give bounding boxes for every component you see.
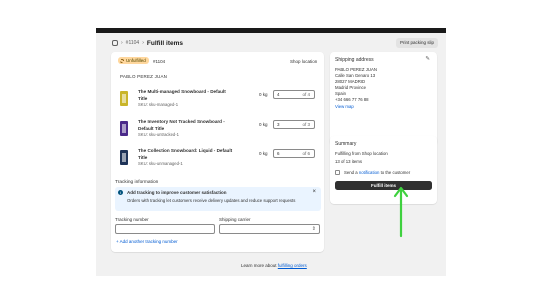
item-sku: SKU: sku-untracked-1 xyxy=(138,132,179,137)
item-sku: SKU: sku-managed-1 xyxy=(138,102,179,107)
item-title[interactable]: The Collection Snowboard: Liquid - Defau… xyxy=(138,148,233,161)
close-icon[interactable]: × xyxy=(312,189,316,195)
tracking-number-label: Tracking number xyxy=(115,217,149,222)
quantity-value: 3 xyxy=(277,122,280,127)
fulfilling-orders-link[interactable]: fulfilling orders xyxy=(278,263,307,268)
location-label: Shop location xyxy=(290,59,318,64)
add-tracking-link[interactable]: + Add another tracking number xyxy=(116,239,178,244)
quantity-total: of 4 xyxy=(302,92,310,97)
quantity-input[interactable]: 3 of 3 xyxy=(273,120,315,129)
breadcrumb-order[interactable]: #1104 xyxy=(126,40,140,46)
tracking-title: Tracking information xyxy=(115,180,159,185)
banner-body: Orders with tracking let customers recei… xyxy=(127,198,296,203)
fulfill-items-button[interactable]: Fulfill items xyxy=(335,181,432,190)
page-canvas: › #1104 › Fulfill items Print packing sl… xyxy=(96,33,446,276)
customer-name: PABLO PEREZ JUAN xyxy=(120,74,168,79)
chevron-updown-icon: ⇕ xyxy=(311,226,316,232)
view-map-link[interactable]: View map xyxy=(335,104,377,110)
shipping-address-title: Shipping address xyxy=(335,57,374,63)
line-item: The Inventory Not Tracked Snowboard - De… xyxy=(116,119,316,141)
quantity-value: 4 xyxy=(277,92,280,97)
send-notification-checkbox[interactable] xyxy=(335,170,340,175)
shipping-carrier-select[interactable]: ⇕ xyxy=(219,224,320,234)
quantity-input[interactable]: 6 of 6 xyxy=(273,149,315,158)
item-weight: 0 kg xyxy=(259,92,268,97)
fulfillment-card: Unfulfilled #1104 Shop location PABLO PE… xyxy=(111,52,324,252)
quantity-total: of 6 xyxy=(302,151,310,156)
breadcrumb-separator: › xyxy=(121,40,123,46)
unfulfilled-icon xyxy=(120,58,124,63)
summary-card: Summary Fulfilling from Shop location 13… xyxy=(330,136,437,204)
breadcrumb: › #1104 › Fulfill items xyxy=(112,39,183,47)
tracking-banner: i Add tracking to improve customer satis… xyxy=(115,187,321,211)
page-title: Fulfill items xyxy=(146,39,184,47)
shipping-carrier-label: Shipping carrier xyxy=(219,217,251,222)
footer-help: Learn more about fulfilling orders xyxy=(241,263,307,268)
item-title[interactable]: The Multi-managed Snowboard - Default Ti… xyxy=(138,89,233,102)
item-sku: SKU: sku-unmanaged-1 xyxy=(138,161,183,166)
order-number: #1104 xyxy=(153,59,166,64)
orders-icon[interactable] xyxy=(112,40,118,46)
quantity-value: 6 xyxy=(277,151,280,156)
notification-link[interactable]: notification xyxy=(359,170,380,175)
item-weight: 0 kg xyxy=(259,122,268,127)
quantity-total: of 3 xyxy=(302,122,310,127)
status-badge: Unfulfilled xyxy=(118,57,149,64)
product-thumbnail xyxy=(120,91,128,106)
shipping-address-card: Shipping address ✎ PABLO PEREZ JUAN Call… xyxy=(330,52,437,146)
info-icon: i xyxy=(118,190,123,195)
send-notification-label: Send a notification to the customer xyxy=(344,170,410,175)
breadcrumb-separator: › xyxy=(142,40,144,46)
send-text: Send a xyxy=(344,170,359,175)
line-item: The Multi-managed Snowboard - Default Ti… xyxy=(116,89,316,111)
product-thumbnail xyxy=(120,150,128,165)
tracking-number-input[interactable] xyxy=(115,224,215,234)
product-thumbnail xyxy=(120,121,128,136)
item-weight: 0 kg xyxy=(259,151,268,156)
send-text: to the customer xyxy=(379,170,411,175)
print-packing-slip-button[interactable]: Print packing slip xyxy=(396,38,439,48)
item-title[interactable]: The Inventory Not Tracked Snowboard - De… xyxy=(138,119,233,132)
status-badge-label: Unfulfilled xyxy=(126,58,146,63)
quantity-input[interactable]: 4 of 4 xyxy=(273,90,315,99)
address-block: PABLO PEREZ JUAN Calle San Genaro 13 280… xyxy=(335,67,377,110)
footer-text: Learn more about xyxy=(241,263,278,268)
fulfilling-from: Fulfilling from Shop location xyxy=(335,151,388,156)
summary-title: Summary xyxy=(335,141,357,147)
banner-title: Add tracking to improve customer satisfa… xyxy=(127,190,227,195)
item-count: 13 of 13 items xyxy=(335,159,362,164)
line-item: The Collection Snowboard: Liquid - Defau… xyxy=(116,148,316,170)
edit-pencil-icon[interactable]: ✎ xyxy=(425,56,430,62)
